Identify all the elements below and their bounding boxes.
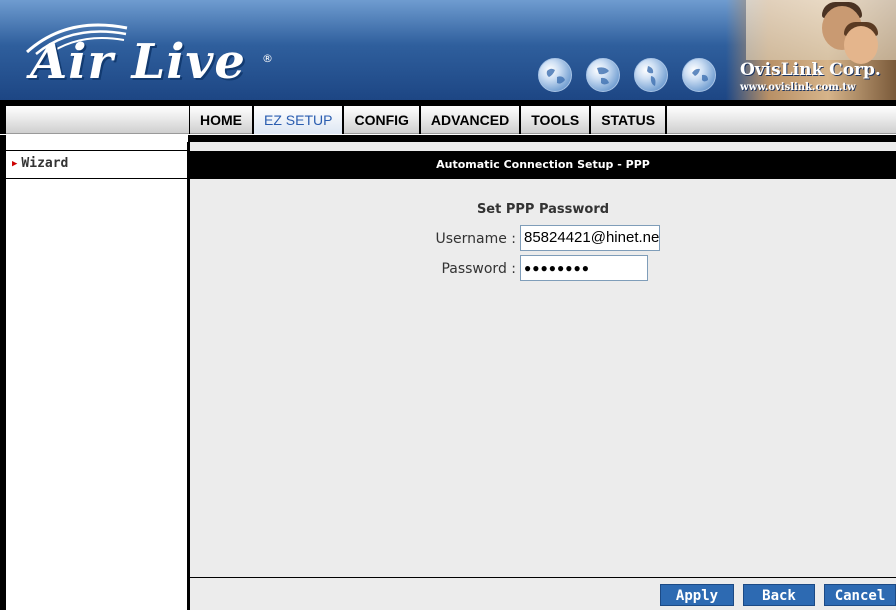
sidebar-item-wizard[interactable]: ▶ Wizard [6, 155, 187, 179]
tab-home[interactable]: HOME [190, 106, 254, 134]
apply-button[interactable]: Apply [660, 584, 734, 606]
password-label: Password : [441, 261, 516, 277]
tab-status[interactable]: STATUS [591, 106, 668, 134]
globe-icon [682, 58, 716, 92]
globe-icon [538, 58, 572, 92]
red-triangle-arrow-icon: ▶ [12, 159, 18, 169]
sidebar-divider [6, 150, 187, 151]
registered-mark: ® [262, 52, 273, 65]
header-banner: Air Live ® OvisLink Corp. www.ovislink.c… [0, 0, 896, 100]
airlive-logo: Air Live [30, 34, 246, 90]
main-panel: Automatic Connection Setup - PPP Set PPP… [190, 142, 896, 610]
company-url: www.ovislink.com.tw [740, 82, 856, 93]
footer-divider [190, 577, 896, 578]
page-title: Automatic Connection Setup - PPP [190, 151, 896, 179]
main-nav: HOME EZ SETUP CONFIG ADVANCED TOOLS STAT… [0, 106, 896, 134]
sidebar-left-border [0, 142, 6, 610]
tab-ez-setup[interactable]: EZ SETUP [254, 106, 345, 134]
username-input[interactable]: 85824421@hinet.ne [520, 225, 660, 251]
back-button[interactable]: Back [743, 584, 815, 606]
tab-advanced[interactable]: ADVANCED [421, 106, 522, 134]
nav-left-edge [0, 106, 6, 134]
globe-icon [586, 58, 620, 92]
cancel-button[interactable]: Cancel [824, 584, 896, 606]
company-name: OvisLink Corp. [740, 60, 881, 80]
nav-tabs: HOME EZ SETUP CONFIG ADVANCED TOOLS STAT… [189, 106, 668, 134]
tab-config[interactable]: CONFIG [344, 106, 421, 134]
globe-icon [634, 58, 668, 92]
sidebar-item-label: Wizard [21, 156, 69, 171]
nav-underline [0, 135, 896, 142]
form-title: Set PPP Password [476, 202, 610, 217]
tab-tools[interactable]: TOOLS [521, 106, 592, 134]
sidebar: ▶ Wizard [0, 142, 190, 610]
username-label: Username : [435, 231, 516, 247]
password-input[interactable]: ●●●●●●●● [520, 255, 648, 281]
